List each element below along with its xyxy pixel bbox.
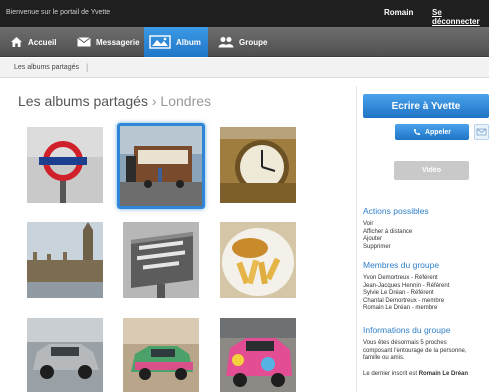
top-bar: Bienvenue sur le portail de Yvette Romai… — [0, 0, 489, 27]
photo-thumbnail-painted-taxi[interactable] — [123, 318, 199, 392]
breadcrumb-albums-link[interactable]: Les albums partagés — [14, 64, 79, 71]
mail-button[interactable] — [474, 124, 489, 140]
page-title-albums: Les albums partagés — [18, 93, 148, 109]
nav-item-album[interactable]: Album — [144, 27, 208, 57]
page-title: Les albums partagés › Londres — [18, 93, 211, 109]
actions-title: Actions possibles — [363, 206, 429, 216]
market-stall-image — [120, 126, 202, 206]
photo-thumbnail-big-ben[interactable] — [220, 127, 296, 203]
video-button[interactable]: Vidéo — [394, 161, 469, 180]
member-item: Romain Le Dréan - membre — [363, 305, 438, 311]
breadcrumb-divider: | — [86, 62, 89, 72]
photo-thumbnail-pink-taxi[interactable] — [220, 318, 296, 392]
page-title-separator: › — [151, 93, 157, 109]
nav-item-groupe[interactable]: Groupe — [218, 27, 274, 57]
members-title: Membres du groupe — [363, 260, 440, 270]
member-item: Sylvie Le Dréan - Référent — [363, 290, 434, 296]
photo-album-icon — [149, 35, 171, 49]
underground-sign-image — [27, 127, 103, 203]
envelope-icon — [476, 128, 487, 136]
info-text-line: famille ou amis. — [363, 355, 405, 361]
action-supprimer[interactable]: Supprimer — [363, 244, 412, 252]
user-name: Romain — [384, 8, 414, 17]
silver-taxi-image — [27, 318, 103, 392]
nav-item-label: Messagerie — [96, 37, 140, 47]
nav-item-messagerie[interactable]: Messagerie — [77, 27, 141, 57]
last-member-name: Romain Le Dréan — [418, 371, 469, 377]
call-button-label: Appeler — [424, 128, 452, 136]
photo-thumbnail-market[interactable] — [117, 123, 205, 209]
page-title-city: Londres — [160, 93, 212, 109]
painted-taxi-image — [123, 318, 199, 392]
member-item: Jean-Jacques Hennin - Référent — [363, 282, 450, 289]
actions-list: Voir Afficher à distance Ajouter Supprim… — [363, 221, 412, 251]
group-icon — [218, 37, 234, 48]
photo-thumbnail-scotland-yard[interactable] — [123, 222, 199, 298]
welcome-text: Bienvenue sur le portail de Yvette — [6, 9, 111, 16]
info-title: Informations du groupe — [363, 325, 451, 335]
nav-item-label: Accueil — [28, 37, 57, 47]
fish-and-chips-image — [220, 222, 296, 298]
nav-item-accueil[interactable]: Accueil — [10, 27, 66, 57]
logout-link[interactable]: Se déconnecter — [432, 8, 489, 26]
photo-thumbnail-parliament[interactable] — [27, 222, 103, 298]
info-text-line: Vous êtes désormais 5 proches — [363, 340, 447, 346]
nav-item-label: Groupe — [239, 37, 268, 47]
info-text: Vous êtes désormais 5 proches composant … — [363, 340, 467, 363]
main-nav: Accueil Messagerie Album Groupe — [0, 27, 489, 57]
home-icon — [11, 37, 22, 47]
breadcrumb: Les albums partagés | — [0, 58, 489, 78]
call-button[interactable]: Appeler — [395, 124, 469, 140]
parliament-image — [27, 222, 103, 298]
member-item: Yvon Demortreux - Référent — [363, 275, 438, 281]
action-voir[interactable]: Voir — [363, 221, 412, 229]
envelope-icon — [77, 37, 91, 47]
big-ben-image — [220, 127, 296, 203]
last-member-text: Le dernier inscrit est Romain Le Dréan — [363, 371, 468, 379]
pink-taxi-image — [220, 318, 296, 392]
photo-thumbnail-silver-taxi[interactable] — [27, 318, 103, 392]
photo-thumbnail-fish-and-chips[interactable] — [220, 222, 296, 298]
action-afficher-a-distance[interactable]: Afficher à distance — [363, 229, 412, 237]
phone-icon — [413, 129, 420, 135]
scotland-yard-sign-image — [123, 222, 199, 298]
info-text-line: composant l'entourage de la personne, — [363, 347, 467, 354]
members-list: Yvon Demortreux - Référent Jean-Jacques … — [363, 275, 449, 313]
nav-item-label: Album — [176, 37, 201, 47]
photo-thumbnail-underground[interactable] — [27, 127, 103, 203]
write-message-button[interactable]: Ecrire à Yvette — [363, 94, 489, 118]
action-ajouter[interactable]: Ajouter — [363, 236, 412, 244]
last-member-prefix: Le dernier inscrit est — [363, 371, 418, 377]
member-item: Chantal Demortreux - membre — [363, 297, 445, 304]
